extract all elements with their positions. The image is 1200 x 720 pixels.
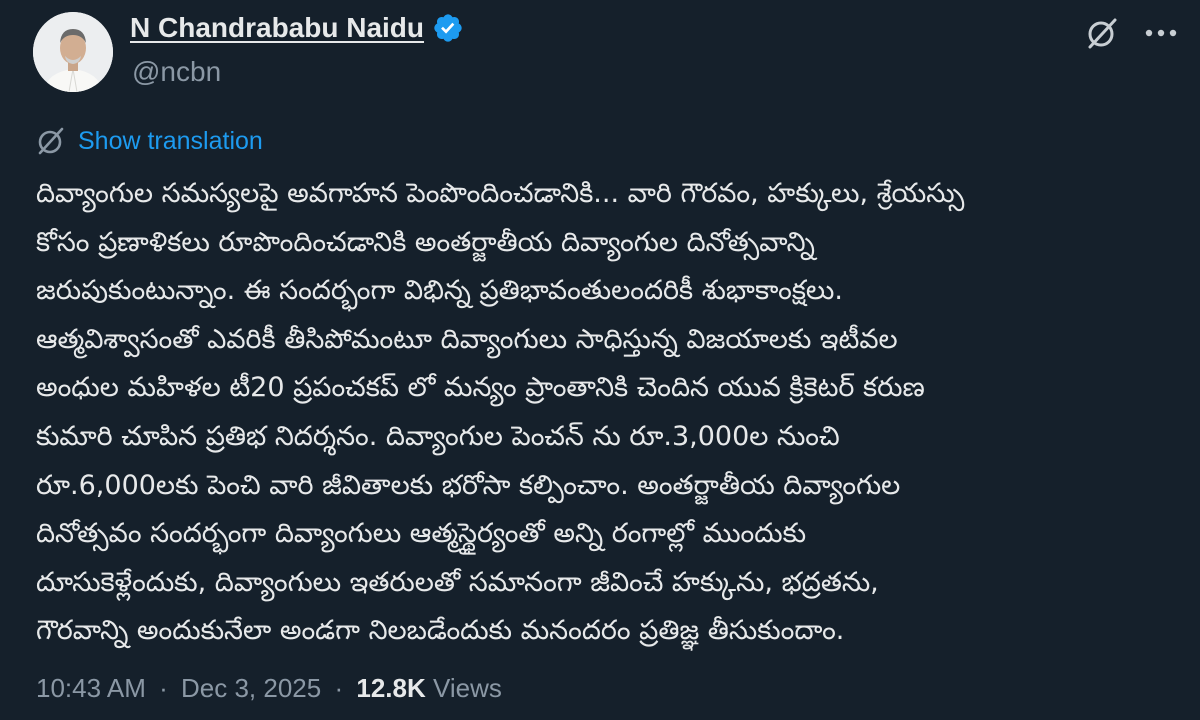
author-handle[interactable]: @ncbn	[132, 56, 221, 88]
tweet-text-line: దివ్యాంగుల సమస్యలపై అవగాహన పెంపొందించడాన…	[36, 178, 965, 209]
avatar-image	[33, 12, 113, 92]
views-count: 12.8K	[356, 673, 426, 703]
show-translation-link[interactable]: Show translation	[78, 127, 263, 156]
tweet-text-line: కుమారి చూపిన ప్రతిభ నిదర్శనం. దివ్యాంగుల…	[36, 420, 840, 452]
tweet-card: N Chandrababu Naidu @ncbn Show translati…	[0, 0, 1200, 720]
tweet-text-line: గౌరవాన్ని అందుకునేలా అండగా నిలబడేందుకు మ…	[36, 615, 845, 647]
tweet-text-line: ఆత్మవిశ్వాసంతో ఎవరికీ తీసిపోమంటూ దివ్యాం…	[36, 323, 898, 355]
show-translation-button[interactable]: Show translation	[36, 126, 263, 156]
tweet-text-line: రూ.6,000లకు పెంచి వారి జీవితాలకు భరోసా క…	[36, 469, 901, 501]
avatar[interactable]	[33, 12, 113, 92]
tweet-metadata: 10:43 AM · Dec 3, 2025 · 12.8K Views	[36, 673, 502, 704]
more-options-icon[interactable]	[1141, 16, 1181, 50]
tweet-text-line: అంధుల మహిళల టీ20 ప్రపంచకప్ లో మన్యం ప్రా…	[36, 372, 925, 404]
author-name-row: N Chandrababu Naidu	[130, 12, 464, 44]
meta-separator: ·	[334, 673, 344, 703]
tweet-text-line: దినోత్సవం సందర్భంగా దివ్యాంగులు ఆత్మస్థై…	[36, 518, 807, 550]
meta-separator: ·	[159, 673, 168, 703]
translate-icon	[36, 126, 66, 156]
tweet-text-line: జరుపుకుంటున్నాం. ఈ సందర్భంగా విభిన్న ప్ర…	[36, 275, 843, 307]
grok-icon[interactable]	[1085, 16, 1119, 50]
tweet-text-line: దూసుకెళ్లేందుకు, దివ్యాంగులు ఇతరులతో సమా…	[36, 566, 879, 598]
tweet-text: దివ్యాంగుల సమస్యలపై అవగాహన పెంపొందించడాన…	[36, 170, 1166, 656]
tweet-date[interactable]: Dec 3, 2025	[181, 673, 321, 703]
author-display-name[interactable]: N Chandrababu Naidu	[130, 12, 424, 44]
verified-badge-icon	[432, 12, 464, 44]
tweet-time[interactable]: 10:43 AM	[36, 673, 146, 703]
tweet-text-line: కోసం ప్రణాళికలు రూపొందించడానికి అంతర్జాత…	[36, 226, 815, 258]
views-label: Views	[432, 673, 502, 703]
